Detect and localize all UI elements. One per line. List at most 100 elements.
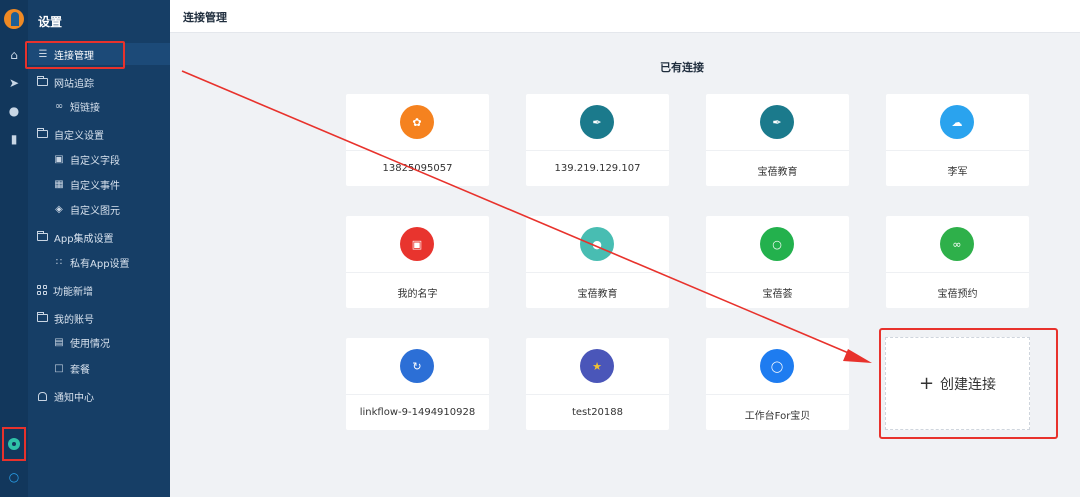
bag-icon: □	[54, 362, 64, 374]
bell-icon	[38, 391, 47, 401]
sidebar-item-app-integration[interactable]: App集成设置	[28, 226, 170, 248]
connection-card[interactable]: ✿ 13825095057	[346, 94, 489, 186]
sidebar-item-new-features[interactable]: 功能新增	[28, 279, 170, 301]
grid-icon	[37, 285, 47, 295]
settings-rail-button[interactable]	[2, 427, 26, 461]
sidebar-item-usage[interactable]: ▤ 使用情况	[28, 331, 170, 353]
sidebar-item-label: 通知中心	[54, 392, 94, 404]
cube-icon: ◈	[55, 203, 63, 215]
flow-icon: ↻	[400, 349, 434, 383]
card-divider	[706, 150, 849, 151]
page-title: 连接管理	[183, 11, 227, 24]
create-connection-label: 创建连接	[940, 376, 997, 393]
card-divider	[346, 272, 489, 273]
robot-icon: ✿	[400, 105, 434, 139]
star-icon: ★	[580, 349, 614, 383]
sidebar-title: 设置	[38, 15, 63, 29]
wechat-icon: ○	[760, 227, 794, 261]
home-icon[interactable]: ⌂	[0, 44, 28, 66]
feather-icon: ✒	[580, 105, 614, 139]
sidebar-item-custom-fields[interactable]: ▣ 自定义字段	[28, 148, 170, 170]
settings-sidebar: 设置 ☰ 连接管理 网站追踪 ∞ 短链接 自定义设置 ▣ 自定义字段 ▦ 自定义…	[25, 0, 170, 497]
cloud-icon: ☁	[940, 105, 974, 139]
sidebar-item-private-app[interactable]: ∷ 私有App设置	[28, 251, 170, 273]
folder-icon	[37, 231, 48, 241]
icon-rail: ⌂ ➤ ● ▮ ○	[0, 0, 28, 497]
card-divider	[886, 272, 1029, 273]
sidebar-item-site-tracking[interactable]: 网站追踪	[28, 71, 170, 93]
connection-name: test20188	[571, 407, 623, 418]
folder-icon	[37, 128, 48, 138]
card-divider	[526, 272, 669, 273]
section-title: 已有连接	[660, 61, 704, 74]
connection-card[interactable]: ◯ 工作台For宝贝	[706, 338, 849, 430]
connection-name: 宝蓓教育	[577, 289, 618, 300]
connection-card[interactable]: ∞ 宝蓓预约	[886, 216, 1029, 308]
sidebar-item-custom-settings[interactable]: 自定义设置	[28, 123, 170, 145]
field-icon: ▣	[54, 153, 64, 165]
sidebar-item-label: 私有App设置	[70, 258, 130, 270]
card-divider	[706, 394, 849, 395]
folder-icon	[37, 76, 48, 86]
card-divider	[346, 150, 489, 151]
sidebar-item-label: 功能新增	[53, 286, 93, 298]
link-icon: ∞	[940, 227, 974, 261]
sidebar-item-label: 我的账号	[54, 314, 94, 326]
create-connection-button[interactable]: + 创建连接	[885, 337, 1030, 430]
connection-card[interactable]: ✒ 宝蓓教育	[706, 94, 849, 186]
sidebar-item-label: 自定义设置	[54, 130, 104, 142]
person-icon: ●	[580, 227, 614, 261]
sidebar-item-notifications[interactable]: 通知中心	[28, 385, 170, 407]
sidebar-item-label: 自定义事件	[70, 180, 120, 192]
chat-icon: ◯	[760, 349, 794, 383]
connection-name: linkflow-9-1494910928	[359, 407, 476, 418]
connection-card[interactable]: ↻ linkflow-9-1494910928	[346, 338, 489, 430]
sidebar-item-custom-events[interactable]: ▦ 自定义事件	[28, 173, 170, 195]
link-icon: ∞	[54, 100, 64, 112]
sidebar-item-label: App集成设置	[54, 233, 114, 245]
gear-icon	[8, 438, 20, 450]
tag-icon: ▣	[400, 227, 434, 261]
plus-icon: +	[918, 373, 935, 394]
connection-card[interactable]: ○ 宝蓓荟	[706, 216, 849, 308]
feather-icon: ✒	[760, 105, 794, 139]
connection-name: 工作台For宝贝	[744, 411, 811, 422]
send-icon[interactable]: ➤	[0, 72, 28, 94]
sidebar-item-label: 使用情况	[70, 338, 110, 350]
sidebar-item-label: 自定义字段	[70, 155, 120, 167]
app-logo	[4, 9, 24, 29]
connection-card[interactable]: ✒ 139.219.129.107	[526, 94, 669, 186]
connection-card[interactable]: ★ test20188	[526, 338, 669, 430]
card-divider	[526, 394, 669, 395]
connection-card[interactable]: ● 宝蓓教育	[526, 216, 669, 308]
connection-card[interactable]: ▣ 我的名字	[346, 216, 489, 308]
card-divider	[526, 150, 669, 151]
sidebar-item-plan[interactable]: □ 套餐	[28, 357, 170, 379]
connection-name: 宝蓓预约	[937, 289, 978, 300]
usage-icon: ▤	[54, 336, 64, 348]
connection-name: 宝蓓荟	[762, 289, 793, 300]
bar-chart-icon[interactable]: ▮	[0, 128, 28, 150]
sidebar-item-label: 网站追踪	[54, 78, 94, 90]
connection-card[interactable]: ☁ 李军	[886, 94, 1029, 186]
sidebar-item-label: 自定义图元	[70, 205, 120, 217]
connection-name: 我的名字	[397, 289, 438, 300]
sidebar-item-custom-elements[interactable]: ◈ 自定义图元	[28, 198, 170, 220]
folder-icon	[37, 312, 48, 322]
chat-bubble-icon[interactable]: ○	[0, 466, 28, 488]
sidebar-item-label: 短链接	[70, 102, 100, 114]
connection-name: 宝蓓教育	[757, 167, 798, 178]
sidebar-item-short-link[interactable]: ∞ 短链接	[28, 95, 170, 117]
card-divider	[886, 150, 1029, 151]
highlight-box	[25, 41, 125, 69]
sidebar-item-my-account[interactable]: 我的账号	[28, 307, 170, 329]
connection-name: 13825095057	[382, 163, 453, 174]
page-header: 连接管理	[170, 0, 1080, 33]
sidebar-item-label: 套餐	[70, 364, 90, 376]
user-icon[interactable]: ●	[0, 100, 28, 122]
connection-name: 李军	[947, 167, 968, 178]
connection-name: 139.219.129.107	[554, 163, 641, 174]
calendar-icon: ▦	[54, 178, 64, 190]
card-divider	[706, 272, 849, 273]
card-divider	[346, 394, 489, 395]
